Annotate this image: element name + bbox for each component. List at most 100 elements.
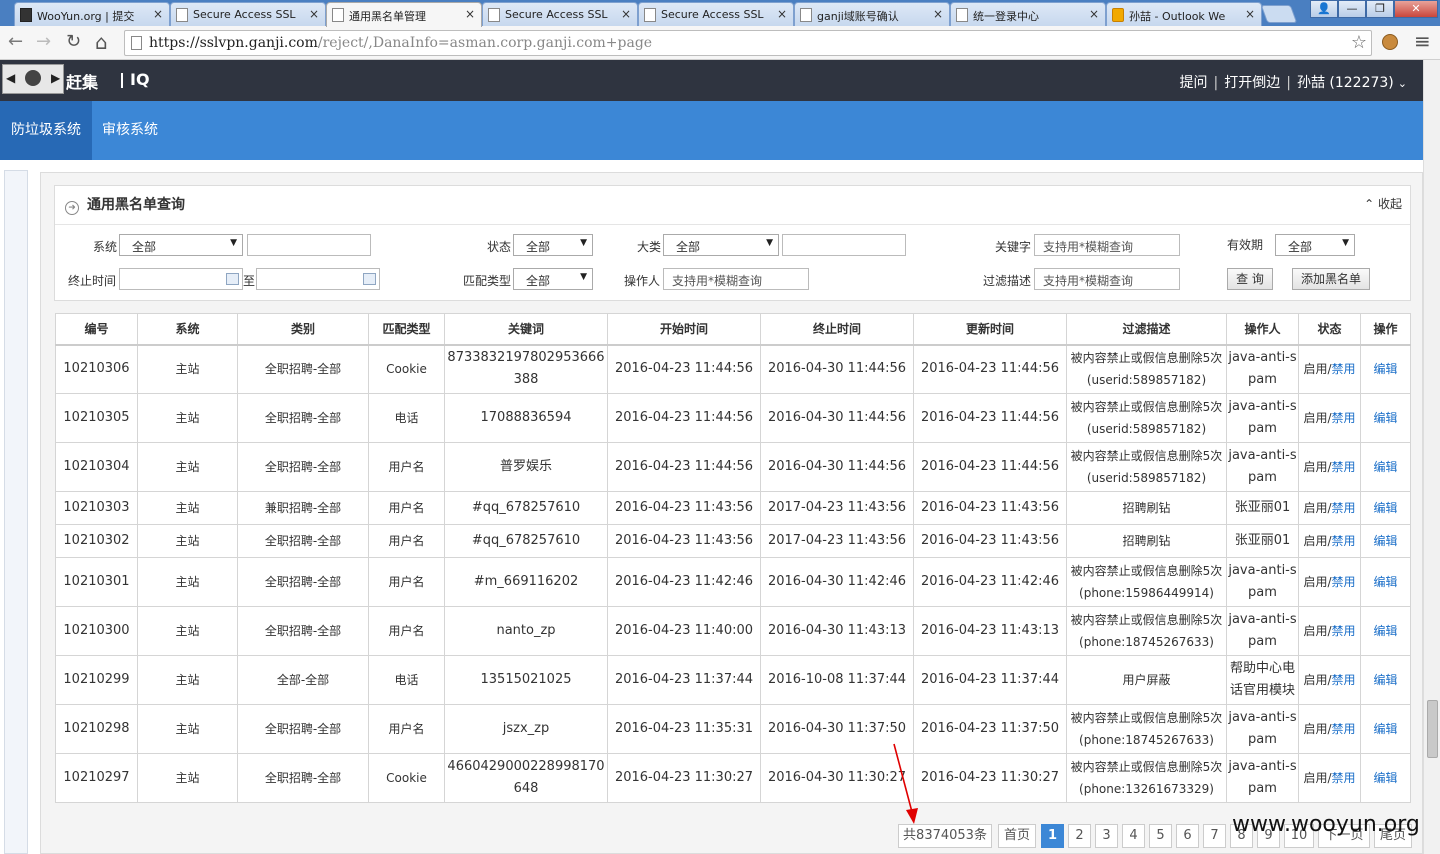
forward-icon[interactable]: → <box>36 32 51 52</box>
disable-link[interactable]: 禁用 <box>1332 673 1356 687</box>
disable-link[interactable]: 禁用 <box>1332 722 1356 736</box>
cell-filter-desc: 被内容禁止或假信息删除5次(phone:18745267633) <box>1066 704 1227 754</box>
status-select[interactable]: 全部 ▼ <box>513 234 593 256</box>
col-header[interactable]: 开始时间 <box>607 313 761 346</box>
page-button[interactable]: 2 <box>1068 824 1091 848</box>
tab-close-icon[interactable]: × <box>621 7 631 21</box>
page-button[interactable]: 7 <box>1203 824 1226 848</box>
ask-link[interactable]: 提问 <box>1180 75 1208 91</box>
browser-tab[interactable]: ganji域账号确认 × <box>794 2 950 26</box>
nav-review[interactable]: 审核系统 <box>92 101 168 160</box>
page-button[interactable]: 6 <box>1176 824 1199 848</box>
user-profile-button[interactable]: 👤 <box>1310 0 1338 18</box>
chevron-down-icon[interactable]: ⌄ <box>1398 77 1407 90</box>
edit-link[interactable]: 编辑 <box>1373 362 1397 376</box>
col-header[interactable]: 操作 <box>1360 313 1411 346</box>
system-select[interactable]: 全部 ▼ <box>119 234 243 256</box>
reload-icon[interactable]: ↻ <box>66 32 81 52</box>
col-header[interactable]: 终止时间 <box>760 313 914 346</box>
disable-link[interactable]: 禁用 <box>1332 501 1356 515</box>
edit-link[interactable]: 编辑 <box>1373 460 1397 474</box>
cookie-extension-icon[interactable] <box>1382 34 1398 50</box>
col-header[interactable]: 关键词 <box>444 313 608 346</box>
cell-keyword: #m_669116202 <box>444 557 608 607</box>
restore-button[interactable]: ❐ <box>1366 0 1394 18</box>
endtime-to-input[interactable] <box>256 268 380 290</box>
home-icon[interactable]: ⌂ <box>95 32 108 52</box>
edit-link[interactable]: 编辑 <box>1373 534 1397 548</box>
operator-input[interactable]: 支持用*模糊查询 <box>663 268 809 290</box>
close-window-button[interactable]: ✕ <box>1394 0 1438 18</box>
collapse-toggle[interactable]: ⌃ 收起 <box>1364 195 1402 212</box>
query-button[interactable]: 查 询 <box>1227 268 1273 290</box>
system-text-input[interactable] <box>247 234 371 256</box>
category-text-input[interactable] <box>782 234 906 256</box>
disable-link[interactable]: 禁用 <box>1332 362 1356 376</box>
open-sidebar-link[interactable]: 打开倒边 <box>1224 75 1280 91</box>
col-header[interactable]: 操作人 <box>1226 313 1299 346</box>
bookmark-star-icon[interactable]: ☆ <box>1351 32 1367 53</box>
col-header[interactable]: 编号 <box>55 313 138 346</box>
tab-close-icon[interactable]: × <box>153 7 163 21</box>
tab-close-icon[interactable]: × <box>1245 7 1255 21</box>
keyword-input[interactable]: 支持用*模糊查询 <box>1034 234 1180 256</box>
calendar-icon[interactable] <box>226 273 239 285</box>
edit-link[interactable]: 编辑 <box>1373 722 1397 736</box>
browser-tab[interactable]: Secure Access SSL × <box>638 2 794 26</box>
disable-link[interactable]: 禁用 <box>1332 534 1356 548</box>
page-button-current[interactable]: 1 <box>1041 824 1064 848</box>
tab-label: Secure Access SSL <box>505 8 608 21</box>
page-button[interactable]: 4 <box>1122 824 1145 848</box>
browser-tab-active[interactable]: 通用黑名单管理 × <box>326 2 482 27</box>
tab-close-icon[interactable]: × <box>465 7 475 21</box>
col-header[interactable]: 匹配类型 <box>368 313 445 346</box>
validity-select[interactable]: 全部 ▼ <box>1275 234 1355 256</box>
tab-close-icon[interactable]: × <box>309 7 319 21</box>
col-header[interactable]: 类别 <box>237 313 369 346</box>
browser-tab[interactable]: 孙喆 - Outlook We × <box>1106 2 1262 26</box>
edit-link[interactable]: 编辑 <box>1373 673 1397 687</box>
page-scrollbar[interactable] <box>1423 60 1440 854</box>
col-header[interactable]: 更新时间 <box>913 313 1067 346</box>
browser-tab[interactable]: WooYun.org | 提交 × <box>14 2 170 26</box>
matchtype-select[interactable]: 全部 ▼ <box>513 268 593 290</box>
endtime-from-input[interactable] <box>119 268 243 290</box>
disable-link[interactable]: 禁用 <box>1332 460 1356 474</box>
browser-tab[interactable]: Secure Access SSL × <box>482 2 638 26</box>
minimize-button[interactable]: — <box>1338 0 1366 18</box>
arrow-left-icon[interactable]: ◀ <box>6 71 15 85</box>
arrow-right-icon[interactable]: ▶ <box>51 71 60 85</box>
browser-tab[interactable]: Secure Access SSL × <box>170 2 326 26</box>
edit-link[interactable]: 编辑 <box>1373 501 1397 515</box>
disable-link[interactable]: 禁用 <box>1332 411 1356 425</box>
tab-close-icon[interactable]: × <box>933 7 943 21</box>
col-header[interactable]: 过滤描述 <box>1066 313 1227 346</box>
scrollbar-thumb[interactable] <box>1427 700 1438 758</box>
page-button[interactable]: 3 <box>1095 824 1118 848</box>
cell-status: 启用/禁用 <box>1298 557 1361 607</box>
edit-link[interactable]: 编辑 <box>1373 771 1397 785</box>
user-menu[interactable]: 孙喆 (122273) <box>1297 75 1394 91</box>
disable-link[interactable]: 禁用 <box>1332 771 1356 785</box>
back-icon[interactable]: ← <box>8 32 23 52</box>
col-header[interactable]: 系统 <box>137 313 238 346</box>
calendar-icon[interactable] <box>363 273 376 285</box>
edit-link[interactable]: 编辑 <box>1373 411 1397 425</box>
first-page-button[interactable]: 首页 <box>998 824 1036 848</box>
edit-link[interactable]: 编辑 <box>1373 624 1397 638</box>
add-blacklist-button[interactable]: 添加黑名单 <box>1292 268 1370 290</box>
menu-icon[interactable]: ≡ <box>1414 29 1431 53</box>
nav-antispam[interactable]: 防垃圾系统 <box>0 101 92 160</box>
desc-input[interactable]: 支持用*模糊查询 <box>1034 268 1180 290</box>
new-tab-button[interactable] <box>1260 5 1298 23</box>
browser-tab[interactable]: 统一登录中心 × <box>950 2 1106 26</box>
col-header[interactable]: 状态 <box>1298 313 1361 346</box>
tab-close-icon[interactable]: × <box>1089 7 1099 21</box>
address-bar[interactable]: https://sslvpn.ganji.com/reject/,DanaInf… <box>124 30 1372 56</box>
page-button[interactable]: 5 <box>1149 824 1172 848</box>
disable-link[interactable]: 禁用 <box>1332 575 1356 589</box>
disable-link[interactable]: 禁用 <box>1332 624 1356 638</box>
edit-link[interactable]: 编辑 <box>1373 575 1397 589</box>
tab-close-icon[interactable]: × <box>777 7 787 21</box>
category-select[interactable]: 全部 ▼ <box>663 234 779 256</box>
